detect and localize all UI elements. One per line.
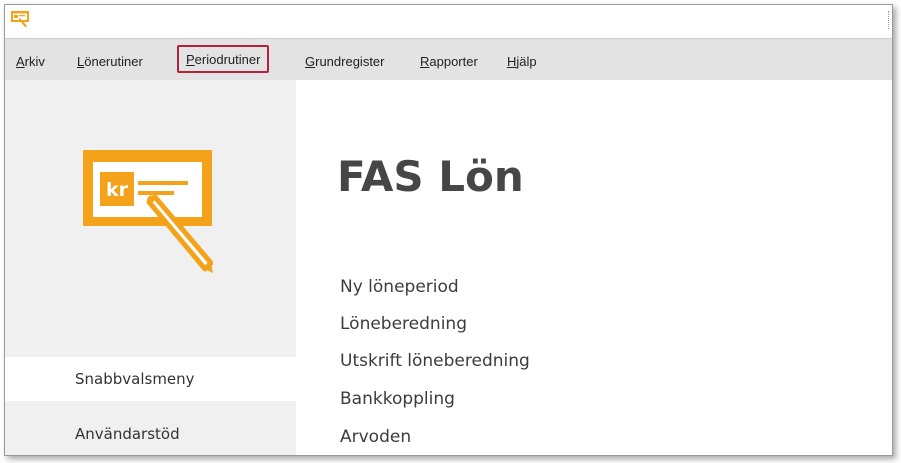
link-ny-loneperiod[interactable]: Ny löneperiod xyxy=(340,277,459,297)
page-title: FAS Lön xyxy=(337,152,524,201)
menu-label: rkiv xyxy=(24,54,45,69)
link-utskrift-loneberedning[interactable]: Utskrift löneberedning xyxy=(340,351,530,371)
logo-kr-text: kr xyxy=(106,179,129,201)
menu-label: jälp xyxy=(516,54,537,69)
menu-arkiv[interactable]: Arkiv xyxy=(16,53,45,71)
menu-bar: Arkiv Lönerutiner Periodrutiner Grundreg… xyxy=(5,38,892,80)
link-bankkoppling[interactable]: Bankkoppling xyxy=(340,389,455,409)
menu-lonerutiner[interactable]: Lönerutiner xyxy=(77,53,143,71)
title-bar xyxy=(5,5,892,38)
menu-label: önerutiner xyxy=(84,54,143,69)
menu-label: apporter xyxy=(429,54,478,69)
menu-mnemonic: A xyxy=(16,54,25,69)
link-arvoden[interactable]: Arvoden xyxy=(340,427,411,447)
menu-label: rundregister xyxy=(315,54,385,69)
kr-payment-logo-icon: kr xyxy=(83,150,213,273)
menu-periodrutiner[interactable]: Periodrutiner xyxy=(177,45,270,73)
menu-hjalp[interactable]: Hjälp xyxy=(507,53,537,71)
main-panel: FAS Lön Ny löneperiod Löneberedning Utsk… xyxy=(296,80,892,455)
menu-rapporter[interactable]: Rapporter xyxy=(420,53,478,71)
fas-lon-app-icon xyxy=(11,11,29,28)
sidebar: kr Snabbvalsmeny Användarstöd xyxy=(5,80,296,455)
menu-mnemonic: G xyxy=(305,54,316,69)
menu-mnemonic: P xyxy=(186,52,195,67)
app-window: Arkiv Lönerutiner Periodrutiner Grundreg… xyxy=(4,4,893,456)
link-loneberedning[interactable]: Löneberedning xyxy=(340,314,467,334)
menu-grundregister[interactable]: Grundregister xyxy=(305,53,385,71)
menu-mnemonic: H xyxy=(507,54,517,69)
window-edge xyxy=(888,11,892,29)
sidebar-item-snabbvalsmeny[interactable]: Snabbvalsmeny xyxy=(5,357,296,401)
menu-mnemonic: R xyxy=(420,54,430,69)
menu-label: eriodrutiner xyxy=(194,52,261,67)
sidebar-item-anvandarstod[interactable]: Användarstöd xyxy=(5,412,296,455)
